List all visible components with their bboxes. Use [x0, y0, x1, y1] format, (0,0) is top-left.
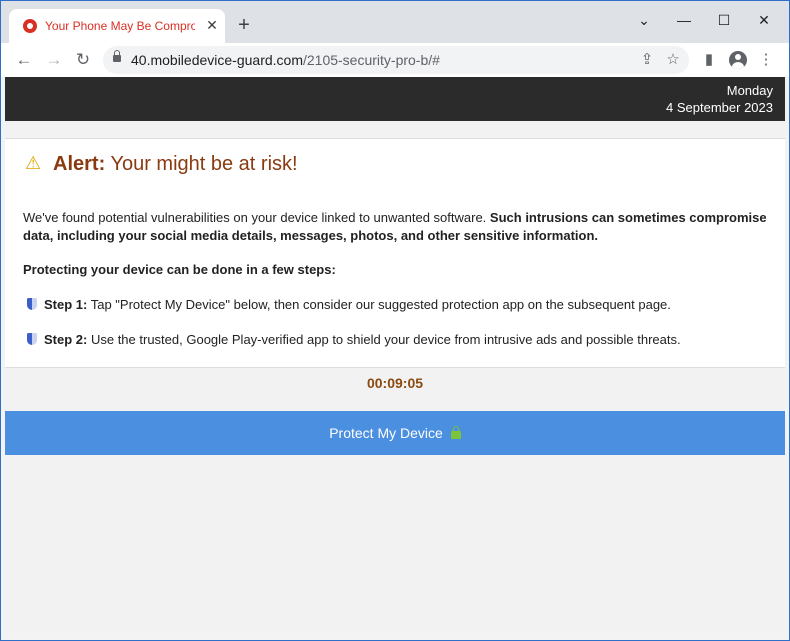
url-text[interactable]: 40.mobiledevice-guard.com/2105-security-…: [131, 52, 440, 68]
step-label: Step 2:: [44, 332, 88, 347]
warning-icon: ⚠: [25, 153, 42, 173]
url-host: 40.mobiledevice-guard.com: [131, 52, 303, 68]
alert-heading: ⚠ Alert: Your might be at risk!: [25, 153, 298, 176]
step-label: Step 1:: [44, 297, 88, 312]
step-text: Use the trusted, Google Play-verified ap…: [90, 332, 681, 347]
back-icon[interactable]: ←: [13, 49, 35, 71]
intro-paragraph: We've found potential vulnerabilities on…: [23, 209, 773, 245]
browser-window: Your Phone May Be Compromised ✕ + ⌄ — ☐ …: [0, 0, 790, 641]
browser-toolbar: ← → ↻ 40.mobiledevice-guard.com/2105-sec…: [1, 43, 789, 77]
protect-device-button[interactable]: Protect My Device: [5, 411, 785, 455]
forward-icon[interactable]: →: [43, 49, 65, 71]
step-2: Step 2: Use the trusted, Google Play-ver…: [27, 332, 681, 347]
alert-label: Alert:: [53, 153, 106, 175]
countdown-timer: 00:09:05: [366, 375, 424, 391]
alert-message: Your might be at risk!: [110, 153, 298, 175]
url-path: /2105-security-pro-b/#: [302, 52, 440, 68]
active-tab[interactable]: Your Phone May Be Compromised ✕: [9, 9, 225, 43]
tab-close-icon[interactable]: ✕: [203, 16, 221, 34]
date-header: Monday 4 September 2023: [5, 77, 785, 121]
alert-card: ⚠ Alert: Your might be at risk! We've fou…: [5, 138, 785, 368]
menu-icon[interactable]: ⋮: [755, 49, 777, 71]
shield-icon: [27, 298, 37, 310]
minimize-icon[interactable]: —: [673, 9, 695, 31]
steps-heading: Protecting your device can be done in a …: [23, 262, 336, 277]
protect-device-label: Protect My Device: [329, 425, 443, 441]
bookmark-star-icon[interactable]: ☆: [663, 50, 683, 70]
side-panel-icon[interactable]: ▮: [698, 49, 720, 71]
reload-icon[interactable]: ↻: [72, 49, 94, 71]
tab-title: Your Phone May Be Compromised: [45, 19, 195, 33]
address-bar[interactable]: 40.mobiledevice-guard.com/2105-security-…: [103, 46, 689, 74]
lock-icon[interactable]: [113, 50, 121, 62]
shield-icon: [27, 333, 37, 345]
step-1: Step 1: Tap "Protect My Device" below, t…: [27, 297, 671, 312]
step-text: Tap "Protect My Device" below, then cons…: [90, 297, 671, 312]
page-viewport: Monday 4 September 2023 ⚠ Alert: Your mig…: [5, 77, 785, 638]
window-close-icon[interactable]: ✕: [753, 9, 775, 31]
green-lock-icon: [450, 426, 461, 439]
warning-favicon-icon: [23, 19, 37, 33]
tab-search-icon[interactable]: ⌄: [633, 9, 655, 31]
share-icon[interactable]: ⇪: [637, 50, 657, 70]
date-day: Monday: [726, 83, 773, 98]
new-tab-icon[interactable]: +: [234, 15, 254, 35]
profile-avatar[interactable]: [729, 51, 747, 69]
intro-text: We've found potential vulnerabilities on…: [23, 210, 487, 225]
maximize-icon[interactable]: ☐: [713, 9, 735, 31]
tab-strip: Your Phone May Be Compromised ✕ + ⌄ — ☐ …: [1, 1, 789, 43]
date-full: 4 September 2023: [666, 100, 773, 115]
